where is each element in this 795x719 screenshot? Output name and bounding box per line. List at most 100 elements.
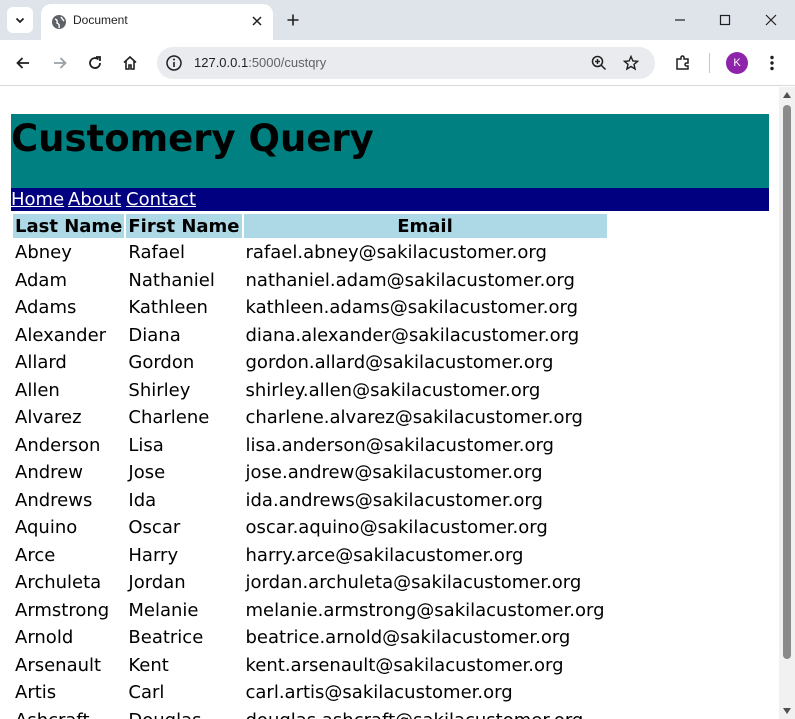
extensions-button[interactable] <box>670 50 696 76</box>
tab-close-button[interactable] <box>248 12 266 30</box>
reload-icon <box>89 56 101 69</box>
back-button[interactable] <box>10 50 36 76</box>
last-name-cell: Allen <box>15 379 60 401</box>
last-name-cell: Anderson <box>15 434 101 456</box>
table-row: Anderson Lisa lisa.anderson@sakilacustomer… <box>13 433 607 459</box>
page-viewport: Customery Query Home About Contact Last … <box>0 87 779 719</box>
last-name-cell: Adams <box>15 297 77 319</box>
table-row: Allen Shirley shirley.allen@sakilacustomer… <box>13 378 607 404</box>
first-name-cell: Diana <box>128 324 181 346</box>
maximize-button[interactable] <box>714 10 736 30</box>
maximize-icon <box>719 14 731 26</box>
nav-link-about[interactable]: About <box>68 189 121 210</box>
last-name-cell: Allard <box>15 352 67 374</box>
minimize-icon <box>675 19 685 21</box>
email-cell: harry.arce@sakilacustomer.org <box>245 544 524 566</box>
zoom-button[interactable] <box>589 53 609 73</box>
table-body: Abney Rafael rafael.abney@sakilacustomer.o… <box>13 240 607 719</box>
close-icon <box>765 14 777 26</box>
table-row: Arce Harry harry.arce@sakilacustomer.org <box>13 543 607 569</box>
table-row: Arsenault Kent kent.arsenault@sakilacustom… <box>13 653 607 679</box>
last-name-cell: Archuleta <box>15 572 102 594</box>
email-cell: carl.artis@sakilacustomer.org <box>245 682 513 704</box>
reload-button[interactable] <box>82 50 108 76</box>
first-name-cell: Ida <box>128 489 157 511</box>
back-icon <box>16 57 29 69</box>
info-icon[interactable] <box>165 54 183 72</box>
minimize-button[interactable] <box>669 10 691 30</box>
last-name-cell: Arnold <box>15 627 74 649</box>
first-name-cell: Nathaniel <box>128 269 215 291</box>
address-bar[interactable]: 127.0.0.1:5000/custqry <box>157 47 655 79</box>
plus-icon <box>287 14 299 26</box>
table-row: Archuleta Jordan jordan.archuleta@sakilacu… <box>13 570 607 596</box>
email-cell: oscar.aquino@sakilacustomer.org <box>245 517 548 539</box>
last-name-cell: Andrews <box>15 489 93 511</box>
first-name-cell: Shirley <box>128 379 191 401</box>
tab-title: Document <box>73 13 128 27</box>
tab-list-button[interactable] <box>7 7 33 33</box>
email-cell: lisa.anderson@sakilacustomer.org <box>245 434 555 456</box>
profile-avatar[interactable]: K <box>726 52 748 74</box>
nav-bar: Home About Contact <box>11 188 769 211</box>
toolbar-divider <box>709 53 710 73</box>
table-row: Allard Gordon gordon.allard@sakilacustomer… <box>13 350 607 376</box>
email-cell: kent.arsenault@sakilacustomer.org <box>245 654 564 676</box>
triangle-up-icon <box>783 92 791 98</box>
last-name-cell: Alvarez <box>15 407 82 429</box>
first-name-cell: Melanie <box>128 599 199 621</box>
email-cell: kathleen.adams@sakilacustomer.org <box>245 297 579 319</box>
new-tab-button[interactable] <box>283 10 303 30</box>
scroll-down-arrow[interactable] <box>783 707 791 715</box>
email-cell: ida.andrews@sakilacustomer.org <box>245 489 543 511</box>
first-name-cell: Jose <box>128 462 166 484</box>
browser-menu-button[interactable] <box>759 50 785 76</box>
forward-button[interactable] <box>47 50 73 76</box>
bookmark-button[interactable] <box>621 53 641 73</box>
table-row: AshcraftDouglasdouglas.ashcraft@sakilacu… <box>13 708 607 719</box>
table-row: Arnold Beatrice beatrice.arnold@sakilacust… <box>13 625 607 651</box>
scroll-thumb[interactable] <box>783 105 791 659</box>
email-cell: jose.andrew@sakilacustomer.org <box>245 462 543 484</box>
nav-link-home[interactable]: Home <box>11 189 64 210</box>
last-name-cell: Arsenault <box>15 654 102 676</box>
extensions-icon <box>676 55 689 70</box>
window-close-button[interactable] <box>760 10 782 30</box>
globe-icon <box>52 15 66 29</box>
email-cell: douglas.ashcraft@sakilacustomer.org <box>244 708 607 719</box>
email-cell: nathaniel.adam@sakilacustomer.org <box>245 269 575 291</box>
table-row: Alexander Diana diana.alexander@sakilacust… <box>13 323 607 349</box>
column-header-email: Email <box>243 214 607 238</box>
table-row: Andrew Jose jose.andrew@sakilacustomer.org <box>13 460 607 486</box>
first-name-cell: Douglas <box>126 708 241 719</box>
page-scrollbar[interactable] <box>779 87 795 719</box>
close-icon <box>252 16 262 26</box>
table-row: Adams Kathleen kathleen.adams@sakilacustom… <box>13 295 607 321</box>
home-button[interactable] <box>117 50 143 76</box>
url-text[interactable]: 127.0.0.1:5000/custqry <box>194 55 326 70</box>
first-name-cell: Beatrice <box>128 627 204 649</box>
page-header: Customery Query <box>11 114 769 188</box>
last-name-cell: Arce <box>15 544 56 566</box>
customer-table: Last Name First Name Email Abney Rafael ra… <box>11 212 609 719</box>
last-name-cell: Adam <box>15 269 67 291</box>
last-name-cell: Alexander <box>15 324 107 346</box>
table-row: Armstrong Melanie melanie.armstrong@sakila… <box>13 598 607 624</box>
browser-toolbar: 127.0.0.1:5000/custqry K <box>0 40 795 86</box>
nav-link-contact[interactable]: Contact <box>126 189 196 210</box>
column-header-first-name: First Name <box>126 214 242 238</box>
scroll-up-arrow[interactable] <box>783 91 791 99</box>
last-name-cell: Armstrong <box>15 599 110 621</box>
first-name-cell: Charlene <box>128 407 210 429</box>
email-cell: diana.alexander@sakilacustomer.org <box>245 324 580 346</box>
table-row: Adam Nathaniel nathaniel.adam@sakilacustom… <box>13 268 607 294</box>
email-cell: jordan.archuleta@sakilacustomer.org <box>245 572 582 594</box>
first-name-cell: Gordon <box>128 352 195 374</box>
browser-tab[interactable]: Document <box>41 4 273 40</box>
email-cell: beatrice.arnold@sakilacustomer.org <box>245 627 571 649</box>
table-row: Andrews Ida ida.andrews@sakilacustomer.org <box>13 488 607 514</box>
first-name-cell: Lisa <box>128 434 164 456</box>
table-header-row: Last Name First Name Email <box>13 214 607 238</box>
first-name-cell: Jordan <box>128 572 186 594</box>
page-title: Customery Query <box>11 117 374 160</box>
